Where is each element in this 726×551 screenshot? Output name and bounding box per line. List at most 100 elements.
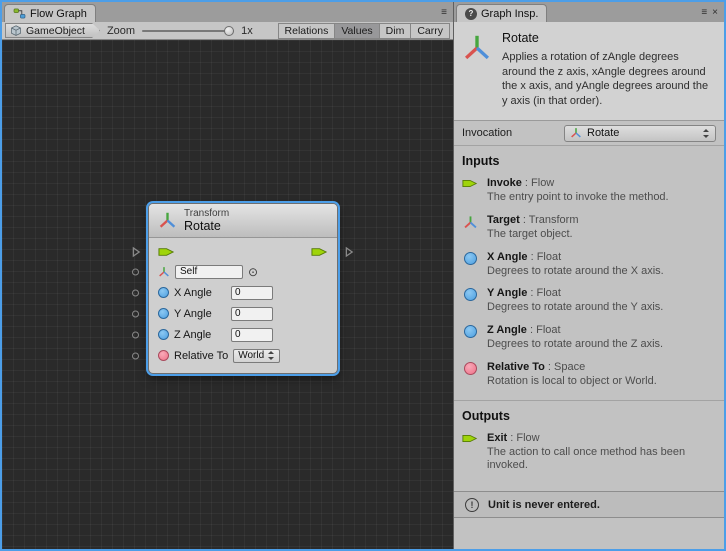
tab-graph-inspector[interactable]: ? Graph Insp. [456, 4, 547, 22]
unit-info-text: Rotate Applies a rotation of zAngle degr… [502, 31, 716, 108]
port-description: Degrees to rotate around the Y axis. [487, 301, 663, 315]
toolbar-toggle-buttons: Relations Values Dim Carry [278, 23, 450, 39]
z-angle-input[interactable] [231, 328, 273, 342]
flow-in-connector[interactable] [132, 246, 141, 257]
port-description: The target object. [487, 228, 579, 242]
rotate-unit-icon [462, 33, 492, 63]
transform-rotate-node[interactable]: Transform Rotate [148, 203, 338, 374]
invocation-dropdown[interactable]: Rotate [564, 125, 716, 142]
port-description: Rotation is local to object or World. [487, 375, 657, 389]
port-description: Degrees to rotate around the Z axis. [487, 338, 663, 352]
y-angle-connector[interactable] [132, 310, 139, 317]
flow-graph-toolbar: GameObject Zoom 1x Relations Values Dim … [2, 22, 453, 40]
warning-text: Unit is never entered. [488, 499, 600, 511]
help-icon: ? [465, 8, 477, 20]
tab-graph-inspector-label: Graph Insp. [481, 8, 538, 20]
flow-graph-tab-strip: Flow Graph ≡ [2, 2, 453, 22]
warning-icon: ! [465, 498, 479, 512]
values-button[interactable]: Values [335, 23, 379, 39]
port-name: Y Angle [487, 287, 527, 299]
graph-inspector-panel: ? Graph Insp. ≡ × Rotate Applies a rotat… [454, 2, 724, 549]
invocation-value: Rotate [587, 127, 619, 139]
target-row: Self ⊙ [158, 263, 328, 280]
target-port-transform-icon[interactable] [158, 266, 170, 278]
relative-to-label: Relative To [174, 350, 228, 362]
object-picker-icon[interactable]: ⊙ [248, 266, 258, 278]
flow-out-connector[interactable] [345, 246, 354, 257]
port-description: The entry point to invoke the method. [487, 191, 669, 205]
port-name: Exit [487, 432, 507, 444]
relative-to-dropdown[interactable]: World [233, 349, 280, 363]
tab-flow-graph[interactable]: Flow Graph [4, 4, 96, 22]
outputs-section-header: Outputs [454, 400, 724, 428]
x-angle-label: X Angle [174, 287, 226, 299]
flow-graph-panel: Flow Graph ≡ GameObject Zoom 1x Relation… [2, 2, 454, 549]
port-description: The action to call once method has been … [487, 446, 716, 474]
z-angle-label: Z Angle [174, 329, 226, 341]
transform-icon [570, 127, 582, 139]
zoom-slider-knob[interactable] [224, 26, 234, 36]
y-angle-port-icon[interactable] [158, 308, 169, 319]
zoom-slider[interactable] [142, 24, 234, 38]
output-item-exit: Exit : Flow The action to call once meth… [454, 428, 724, 479]
relative-to-row: Relative To World [158, 347, 328, 364]
port-name: Z Angle [487, 324, 527, 336]
input-item-y-angle: Y Angle : Float Degrees to rotate around… [454, 283, 724, 320]
flow-icon [462, 433, 478, 444]
warning-bar: ! Unit is never entered. [454, 491, 724, 518]
x-angle-row: X Angle [158, 284, 328, 301]
unit-info-box: Rotate Applies a rotation of zAngle degr… [454, 22, 724, 121]
node-header[interactable]: Transform Rotate [149, 204, 337, 238]
port-name: Relative To [487, 361, 545, 373]
node-title: Rotate [184, 219, 229, 233]
flow-graph-icon [13, 8, 26, 19]
unity-editor-window: Flow Graph ≡ GameObject Zoom 1x Relation… [0, 0, 726, 551]
input-item-z-angle: Z Angle : Float Degrees to rotate around… [454, 320, 724, 357]
carry-button[interactable]: Carry [411, 23, 450, 39]
pane-menu-icon[interactable]: ≡ [701, 8, 707, 18]
flow-graph-strip-icons: ≡ [441, 8, 451, 22]
pane-menu-icon[interactable]: ≡ [441, 8, 447, 18]
transform-icon [462, 215, 478, 230]
node-subtitle: Transform [184, 208, 229, 219]
port-type: : Flow [522, 177, 554, 189]
graph-canvas[interactable]: Transform Rotate [2, 40, 453, 549]
zoom-slider-track [142, 30, 234, 32]
invoke-port-icon[interactable] [158, 246, 175, 258]
flow-port-row [158, 244, 328, 259]
unit-description: Applies a rotation of zAngle degrees aro… [502, 50, 716, 108]
relative-to-connector[interactable] [132, 352, 139, 359]
port-type: : Flow [507, 432, 539, 444]
port-type: : Space [545, 361, 585, 373]
input-item-x-angle: X Angle : Float Degrees to rotate around… [454, 247, 724, 284]
input-item-invoke: Invoke : Flow The entry point to invoke … [454, 173, 724, 210]
exit-port-icon[interactable] [311, 246, 328, 258]
y-angle-row: Y Angle [158, 305, 328, 322]
relations-button[interactable]: Relations [278, 23, 336, 39]
dropdown-arrows-icon [268, 351, 275, 360]
port-description: Degrees to rotate around the X axis. [487, 265, 664, 279]
x-angle-connector[interactable] [132, 289, 139, 296]
relative-to-port-icon[interactable] [158, 350, 169, 361]
close-icon[interactable]: × [712, 8, 718, 18]
space-icon [462, 362, 478, 375]
transform-icon [158, 211, 177, 230]
z-angle-row: Z Angle [158, 326, 328, 343]
unit-title: Rotate [502, 31, 716, 45]
y-angle-input[interactable] [231, 307, 273, 321]
input-item-relative-to: Relative To : Space Rotation is local to… [454, 357, 724, 394]
breadcrumb-gameobject[interactable]: GameObject [5, 23, 100, 38]
target-connector[interactable] [132, 268, 139, 275]
self-object-field[interactable]: Self [175, 265, 243, 279]
x-angle-input[interactable] [231, 286, 273, 300]
gameobject-cube-icon [10, 25, 22, 37]
dim-button[interactable]: Dim [380, 23, 412, 39]
tab-flow-graph-label: Flow Graph [30, 8, 87, 20]
port-name: X Angle [487, 251, 528, 263]
x-angle-port-icon[interactable] [158, 287, 169, 298]
z-angle-port-icon[interactable] [158, 329, 169, 340]
node-titles: Transform Rotate [184, 208, 229, 233]
z-angle-connector[interactable] [132, 331, 139, 338]
inspector-strip-icons: ≡ × [701, 8, 722, 22]
port-type: : Transform [520, 214, 579, 226]
